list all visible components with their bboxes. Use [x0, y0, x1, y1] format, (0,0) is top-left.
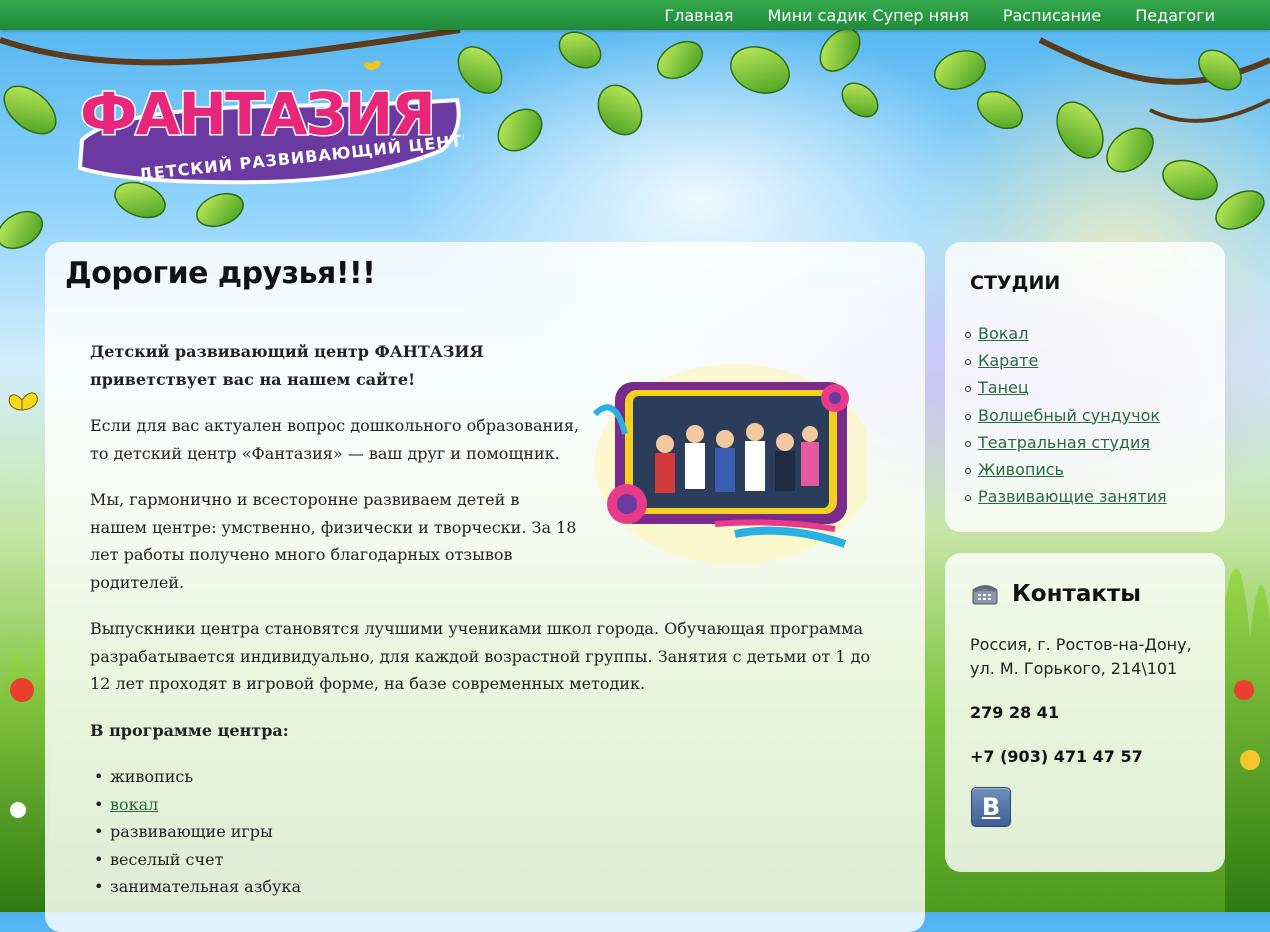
- list-item: Живопись: [965, 456, 1167, 483]
- studio-link-painting[interactable]: Живопись: [978, 460, 1064, 479]
- studio-link-magic-chest[interactable]: Волшебный сундучок: [978, 406, 1160, 425]
- site-logo[interactable]: ФАНТАЗИЯ ДЕТСКИЙ РАЗВИВАЮЩИЙ ЦЕНТР: [72, 60, 464, 185]
- studios-panel: СТУДИИ Вокал Карате Танец Волшебный сунд…: [945, 242, 1225, 532]
- contacts-title: Контакты: [1012, 581, 1142, 607]
- list-item: Театральная студия: [965, 429, 1167, 456]
- program-heading: В программе центра:: [90, 720, 289, 740]
- studio-link-vocal[interactable]: Вокал: [978, 324, 1028, 343]
- paragraph: Если для вас актуален вопрос дошкольного…: [90, 416, 580, 463]
- nav-link-super-nanny[interactable]: Мини садик Супер няня: [751, 0, 986, 30]
- list-item: вокал: [94, 791, 890, 819]
- telephone-icon: [972, 585, 998, 605]
- list-item: Танец: [965, 374, 1167, 401]
- studio-link-karate[interactable]: Карате: [978, 351, 1038, 370]
- address: Россия, г. Ростов-на-Дону, ул. М. Горько…: [970, 633, 1220, 681]
- paragraph: Выпускники центра становятся лучшими уче…: [90, 619, 871, 693]
- page-title: Дорогие друзья!!!: [65, 256, 376, 291]
- studio-link-theatre[interactable]: Театральная студия: [978, 433, 1150, 452]
- studio-link-dance[interactable]: Танец: [978, 378, 1029, 397]
- contacts-header: Контакты: [970, 581, 1141, 607]
- list-item: развивающие игры: [94, 818, 890, 846]
- main-content-panel: Дорогие друзья!!! Детский развивающий це…: [45, 242, 925, 932]
- main-menu: Главная Мини садик Супер няня Расписание…: [647, 0, 1232, 30]
- mobile-phone-number: +7 (903) 471 47 57: [970, 747, 1143, 766]
- studios-title: СТУДИИ: [970, 272, 1061, 294]
- program-list: живопись вокал развивающие игры веселый …: [90, 763, 890, 901]
- studio-link-development[interactable]: Развивающие занятия: [978, 487, 1167, 506]
- top-navigation-bar: Главная Мини садик Супер няня Расписание…: [0, 0, 1270, 30]
- article-body: Детский развивающий центр ФАНТАЗИЯ приве…: [90, 338, 890, 901]
- paragraph: Мы, гармонично и всесторонне развиваем д…: [90, 490, 577, 592]
- nav-link-home[interactable]: Главная: [647, 0, 750, 30]
- program-link-vocal[interactable]: вокал: [110, 795, 158, 814]
- list-item: живопись: [94, 763, 890, 791]
- address-line: ул. М. Горького, 214\101: [970, 659, 1178, 678]
- list-item: Карате: [965, 347, 1167, 374]
- list-item: Развивающие занятия: [965, 483, 1167, 510]
- list-item: занимательная азбука: [94, 873, 890, 901]
- logo-title: ФАНТАЗИЯ: [80, 80, 434, 148]
- studios-list: Вокал Карате Танец Волшебный сундучок Те…: [965, 320, 1167, 510]
- contacts-panel: Контакты Россия, г. Ростов-на-Дону, ул. …: [945, 553, 1225, 872]
- list-item: Волшебный сундучок: [965, 402, 1167, 429]
- phone-number: 279 28 41: [970, 703, 1060, 722]
- nav-link-schedule[interactable]: Расписание: [986, 0, 1118, 30]
- nav-link-teachers[interactable]: Педагоги: [1118, 0, 1232, 30]
- address-line: Россия, г. Ростов-на-Дону,: [970, 635, 1192, 654]
- lead-paragraph: Детский развивающий центр ФАНТАЗИЯ приве…: [90, 342, 484, 389]
- vk-icon[interactable]: В: [971, 787, 1011, 827]
- list-item: Вокал: [965, 320, 1167, 347]
- list-item: веселый счет: [94, 846, 890, 874]
